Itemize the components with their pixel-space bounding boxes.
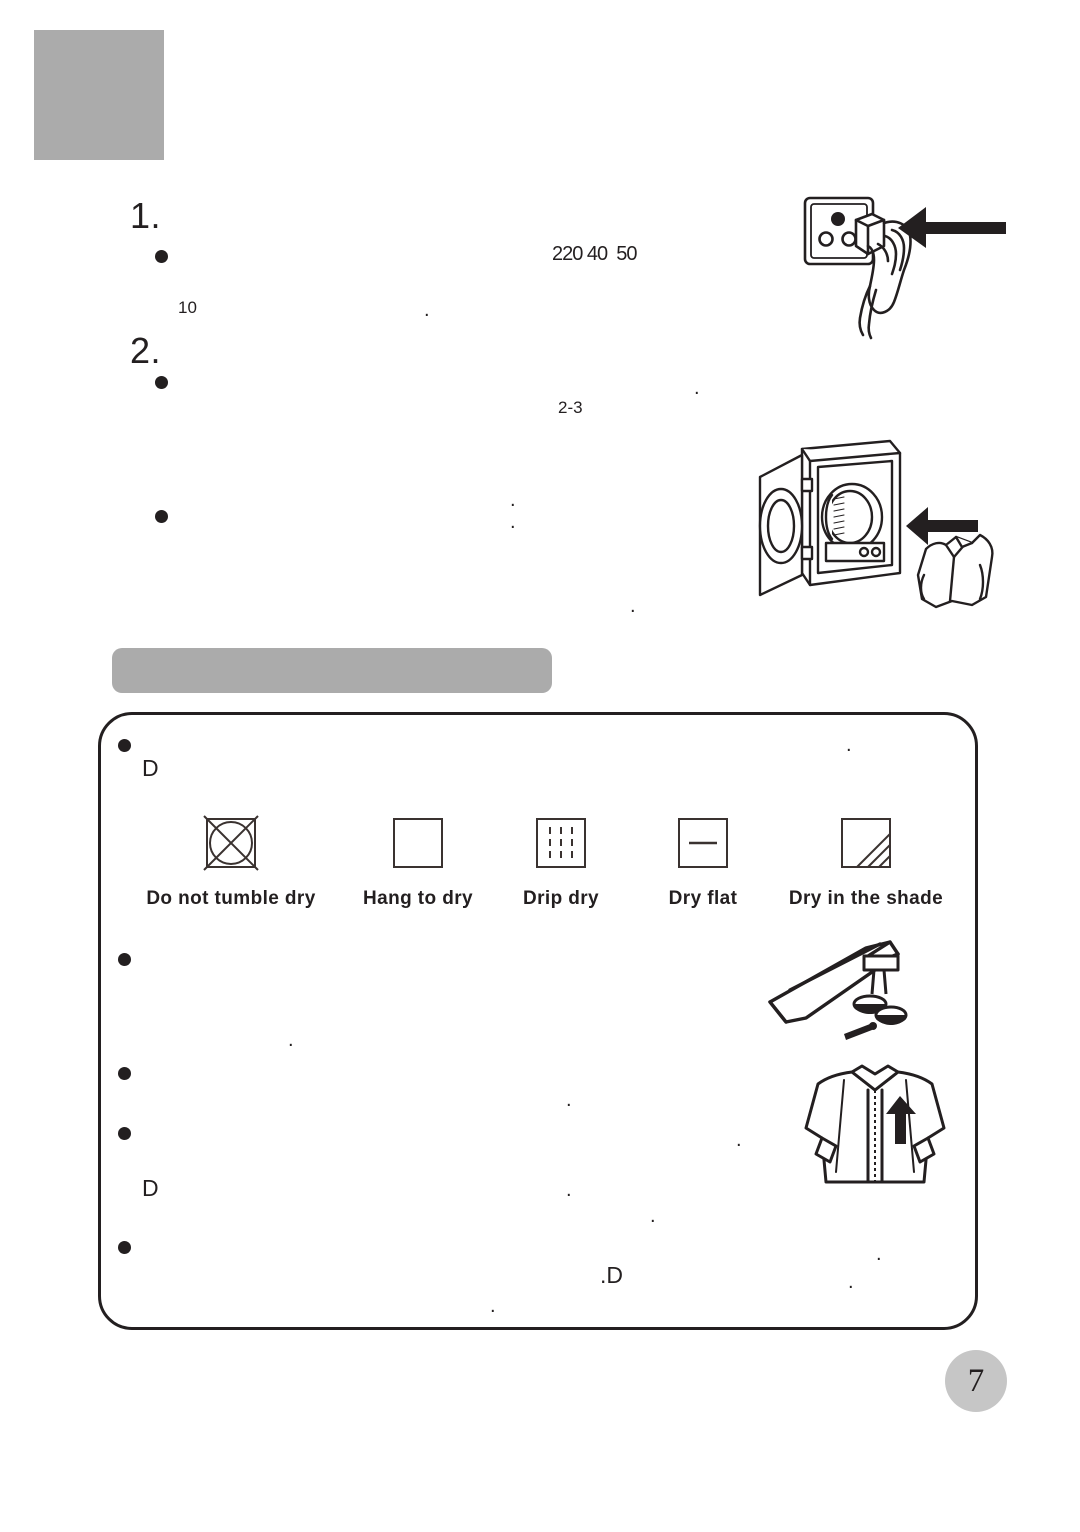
do-not-tumble-dry-symbol-icon — [200, 812, 262, 874]
care-symbol-dry-in-the-shade: Dry in the shade — [776, 812, 956, 910]
panel-stray-period-5: . — [566, 1179, 572, 1201]
care-bullet-marker-1 — [118, 739, 131, 752]
manual-page: 1. 220 40 50 10 . 2. 2-3 . . . . D D .D … — [0, 0, 1080, 1532]
section-title-bar — [112, 648, 552, 693]
step-2-bullet-marker-b — [155, 510, 168, 523]
step-2-number: 2. — [130, 330, 162, 371]
care-symbol-drip-dry: Drip dry — [492, 812, 630, 910]
care-bullet-marker-5 — [118, 1241, 131, 1254]
panel-stray-period-6: . — [650, 1205, 656, 1227]
page-number-text: 7 — [967, 1362, 985, 1399]
care-symbol-dry-flat: Dry flat — [630, 812, 776, 910]
step-1-bullet-marker — [155, 250, 168, 263]
care-bullet-marker-4 — [118, 1127, 131, 1140]
hand-plugging-power-socket-icon — [780, 190, 1010, 340]
stray-period-4: . — [510, 511, 516, 533]
dry-flat-symbol-icon — [672, 812, 734, 874]
step-1-number: 1. — [130, 195, 162, 236]
minutes-fragment: 10 — [178, 298, 197, 317]
panel-stray-period-2: . — [288, 1029, 294, 1051]
panel-stray-period-3: . — [566, 1089, 572, 1111]
panel-stray-period-7: . — [876, 1243, 882, 1265]
care-symbol-label: Dry in the shade — [788, 888, 944, 909]
stray-glyph-d-2: D — [142, 1175, 159, 1201]
stray-period-3: . — [510, 489, 516, 511]
care-symbol-hang-to-dry: Hang to dry — [344, 812, 492, 910]
care-symbol-row: Do not tumble dry Hang to dry Drip dry D… — [118, 812, 978, 910]
zip-up-shirt-before-drying-icon — [800, 1060, 950, 1190]
care-symbol-do-not-tumble-dry: Do not tumble dry — [118, 812, 344, 910]
hang-to-dry-symbol-icon — [387, 812, 449, 874]
panel-stray-period-8: . — [848, 1271, 854, 1293]
panel-stray-period-9: . — [490, 1295, 496, 1317]
panel-stray-period-1: . — [846, 734, 852, 756]
tumble-dryer-loading-laundry-icon — [740, 425, 1040, 620]
voltage-fragment: 220 40 50 — [552, 243, 638, 265]
care-bullet-marker-2 — [118, 953, 131, 966]
hours-fragment: 2-3 — [558, 398, 583, 417]
stray-glyph-d-1: D — [142, 755, 159, 781]
page-number-badge: 7 — [945, 1350, 1007, 1412]
stray-period-1: . — [424, 299, 430, 321]
care-symbol-label: Dry flat — [668, 888, 738, 909]
stray-glyph-period-d: .D — [600, 1262, 623, 1288]
empty-pockets-coins-keys-icon — [760, 940, 960, 1050]
care-symbol-label: Drip dry — [522, 888, 600, 909]
section-header-block — [34, 30, 164, 160]
drip-dry-symbol-icon — [530, 812, 592, 874]
step-2-bullet-marker-a — [155, 376, 168, 389]
panel-stray-period-4: . — [736, 1129, 742, 1151]
stray-period-5: . — [630, 595, 636, 617]
care-bullet-marker-3 — [118, 1067, 131, 1080]
care-symbol-label: Hang to dry — [363, 888, 473, 909]
care-symbol-label: Do not tumble dry — [146, 888, 316, 909]
stray-period-2: . — [694, 377, 700, 399]
dry-in-the-shade-symbol-icon — [835, 812, 897, 874]
